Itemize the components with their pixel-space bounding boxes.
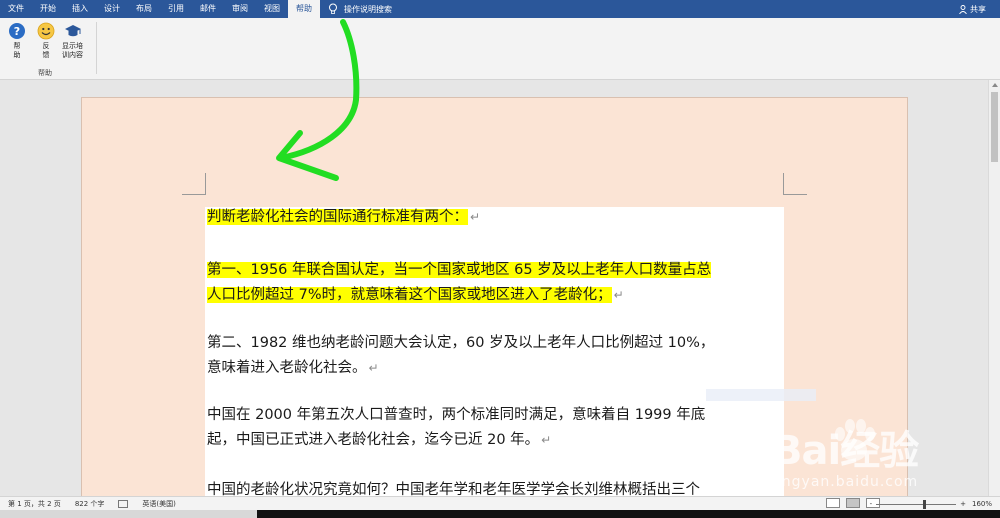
paragraph-mark: ↵ — [470, 210, 481, 224]
paragraph-3-line-2: 意味着进入老龄化社会。 — [207, 360, 367, 376]
read-mode-button[interactable] — [826, 498, 840, 508]
faded-tooltip — [706, 389, 816, 401]
zoom-in-button[interactable]: + — [960, 500, 966, 508]
svg-text:?: ? — [14, 25, 20, 38]
ribbon-tab-bar: 文件 开始 插入 设计 布局 引用 邮件 审阅 视图 帮助 操作说明搜索 共享 — [0, 0, 1000, 18]
paragraph-1[interactable]: 判断老龄化社会的国际通行标准有两个： ↵ — [207, 205, 480, 230]
tab-review[interactable]: 审阅 — [224, 0, 256, 18]
tab-view[interactable]: 视图 — [256, 0, 288, 18]
share-button[interactable]: 共享 — [959, 0, 986, 18]
question-icon: ? — [9, 23, 25, 39]
word-count[interactable]: 822 个字 — [75, 499, 105, 509]
show-training-button[interactable]: 显示培 训内容 — [62, 22, 83, 60]
show-training-label: 显示培 训内容 — [62, 42, 83, 59]
tab-layout[interactable]: 布局 — [128, 0, 160, 18]
feedback-button[interactable]: 反 馈 — [37, 22, 55, 60]
paragraph-2-line-2: 人口比例超过 7%时，就意味着这个国家或地区进入了老龄化； — [207, 287, 612, 303]
paragraph-mark: ↵ — [368, 361, 379, 375]
paragraph-2[interactable]: 第一、1956 年联合国认定，当一个国家或地区 65 岁及以上老年人口数量占总 … — [207, 258, 712, 308]
paragraph-4[interactable]: 中国在 2000 年第五次人口普查时，两个标准同时满足，意味着自 1999 年底… — [207, 403, 705, 453]
zoom-slider[interactable] — [876, 499, 957, 509]
taskbar-light-area — [0, 510, 257, 518]
print-layout-button[interactable] — [846, 498, 860, 508]
crop-mark-top-left — [182, 173, 206, 195]
tab-file[interactable]: 文件 — [0, 0, 32, 18]
person-icon — [959, 4, 967, 14]
paragraph-1-line-1: 判断老龄化社会的国际通行标准有两个： — [207, 209, 468, 225]
watermark-url: jingyan.baidu.com — [772, 474, 919, 490]
tab-references[interactable]: 引用 — [160, 0, 192, 18]
tab-help[interactable]: 帮助 — [288, 0, 320, 18]
proofing-icon[interactable] — [118, 499, 129, 508]
language-indicator[interactable]: 英语(美国) — [142, 499, 175, 509]
paragraph-5-line-1: 中国的老龄化状况究竟如何？中国老年学和老年医学学会长刘维林概括出三个 — [207, 482, 700, 496]
page-count[interactable]: 第 1 页，共 2 页 — [8, 499, 61, 509]
help-label: 帮 助 — [13, 42, 21, 59]
paragraph-5[interactable]: 中国的老龄化状况究竟如何？中国老年学和老年医学学会长刘维林概括出三个 — [207, 478, 700, 496]
zoom-out-button[interactable]: - — [870, 500, 873, 508]
zoom-control: - + 160% — [870, 497, 992, 511]
smiley-icon — [37, 22, 55, 40]
paragraph-mark: ↵ — [613, 288, 624, 302]
feedback-label: 反 馈 — [42, 42, 50, 59]
watermark-brand: Bai经验 — [772, 428, 919, 474]
paragraph-3[interactable]: 第二、1982 维也纳老龄问题大会认定，60 岁及以上老年人口比例超过 10%，… — [207, 331, 714, 381]
word-window: 文件 开始 插入 设计 布局 引用 邮件 审阅 视图 帮助 操作说明搜索 共享 — [0, 0, 1000, 518]
paragraph-4-line-2: 起，中国已正式进入老龄化社会，迄今已近 20 年。 — [207, 432, 540, 448]
status-bar: 第 1 页，共 2 页 822 个字 英语(美国) - + 160% — [0, 496, 1000, 510]
paragraph-2-line-1: 第一、1956 年联合国认定，当一个国家或地区 65 岁及以上老年人口数量占总 — [207, 262, 712, 278]
tell-me-search[interactable]: 操作说明搜索 — [328, 0, 392, 18]
scroll-up-arrow-icon[interactable] — [992, 83, 998, 87]
tab-design[interactable]: 设计 — [96, 0, 128, 18]
help-group-label: 帮助 — [38, 69, 52, 77]
taskbar — [0, 510, 1000, 518]
help-button[interactable]: ? 帮 助 — [8, 22, 26, 60]
ribbon-panel: ? 帮 助 反 馈 显示培 训内容 帮助 — [0, 18, 1000, 80]
tab-home[interactable]: 开始 — [32, 0, 64, 18]
paragraph-3-line-1: 第二、1982 维也纳老龄问题大会认定，60 岁及以上老年人口比例超过 10%， — [207, 335, 715, 351]
paragraph-mark: ↵ — [541, 433, 552, 447]
tell-me-label: 操作说明搜索 — [344, 4, 392, 14]
lightbulb-icon — [329, 3, 337, 14]
paragraph-4-line-1: 中国在 2000 年第五次人口普查时，两个标准同时满足，意味着自 1999 年底 — [207, 407, 706, 423]
tab-insert[interactable]: 插入 — [64, 0, 96, 18]
share-label: 共享 — [970, 4, 986, 14]
zoom-level[interactable]: 160% — [972, 500, 992, 508]
scroll-thumb[interactable] — [991, 92, 998, 162]
graduation-cap-icon — [64, 25, 81, 37]
group-separator — [96, 22, 97, 74]
zoom-slider-thumb[interactable] — [923, 499, 927, 509]
baidu-jingyan-watermark: Bai经验 jingyan.baidu.com — [764, 408, 996, 508]
tab-mailings[interactable]: 邮件 — [192, 0, 224, 18]
crop-mark-top-right — [783, 173, 807, 195]
